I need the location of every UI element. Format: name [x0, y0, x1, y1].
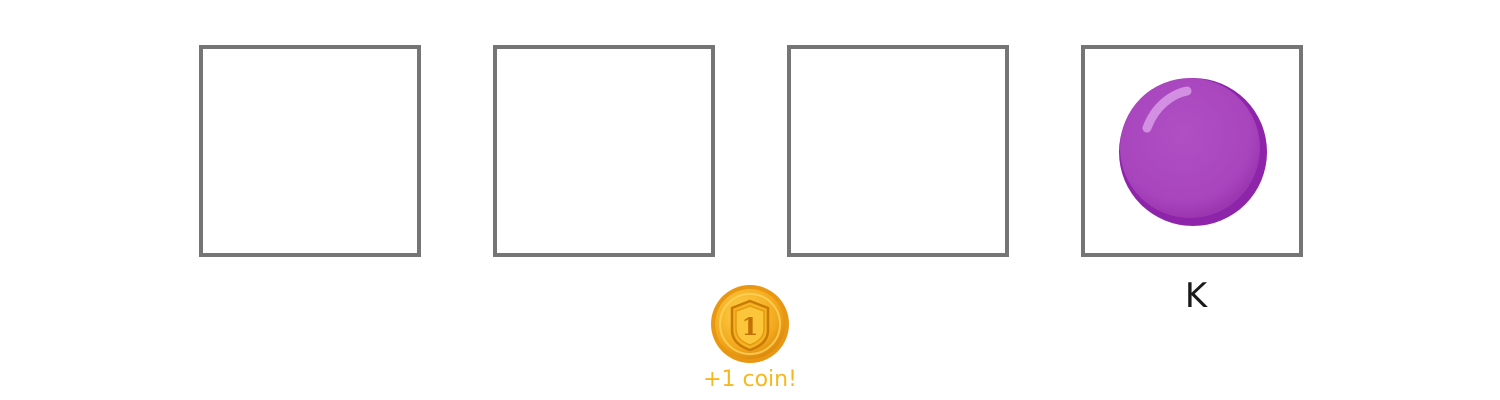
game-stage: K 1 +1 coin!: [0, 0, 1500, 400]
gold-coin-icon: 1: [711, 285, 789, 363]
slot-1[interactable]: [199, 45, 421, 257]
coin-number: 1: [742, 312, 759, 341]
purple-orb-icon: [1119, 78, 1267, 226]
slot-3[interactable]: [787, 45, 1009, 257]
slot-4-key-label: K: [1184, 276, 1208, 316]
coin-reward: 1 +1 coin!: [700, 284, 800, 394]
slot-4[interactable]: [1081, 45, 1303, 257]
slot-2[interactable]: [493, 45, 715, 257]
coin-reward-text: +1 coin!: [703, 367, 797, 392]
